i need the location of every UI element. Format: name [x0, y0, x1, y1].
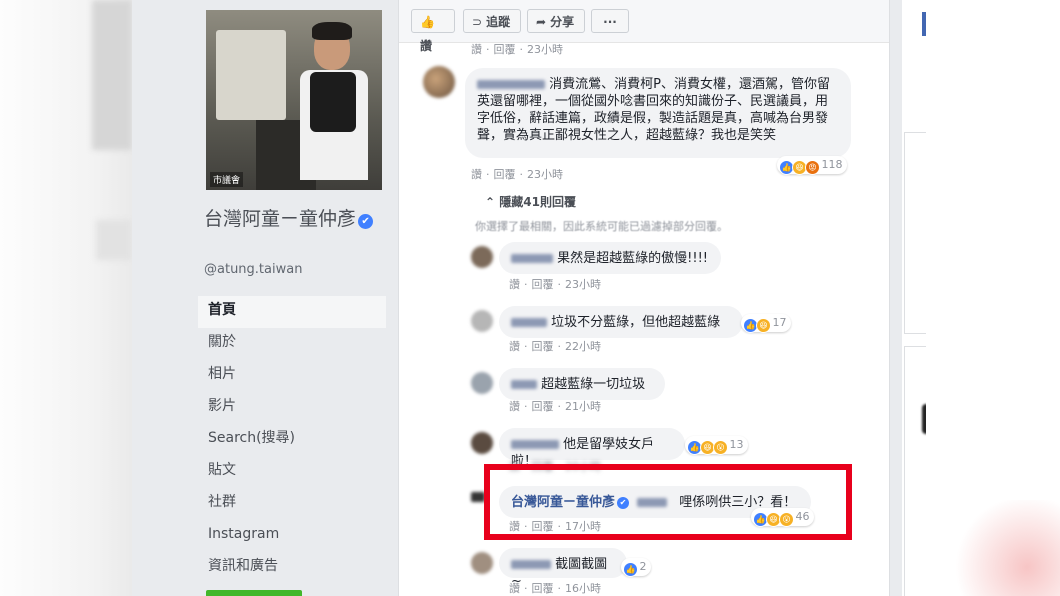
- reply-text: 果然是超越藍綠的傲慢!!!!: [557, 251, 708, 266]
- blurred-commenter-name[interactable]: [511, 318, 547, 327]
- reply-avatar[interactable]: [471, 492, 485, 502]
- share-button[interactable]: ➦ 分享: [527, 9, 585, 33]
- nav-item-photos[interactable]: 相片: [198, 360, 386, 392]
- reply-meta: 讚 · 回覆 · 22小時: [509, 340, 601, 353]
- reply-time: 21小時: [565, 400, 601, 413]
- blurred-commenter-name[interactable]: [511, 560, 551, 569]
- reply-bubble: 截圖截圖~: [499, 548, 627, 589]
- right-column-card: [904, 346, 926, 596]
- nav-item-info-ads[interactable]: 資訊和廣告: [198, 552, 386, 584]
- share-arrow-icon: ➦: [536, 15, 547, 29]
- comment-time: 23小時: [527, 168, 563, 181]
- highlight-box: [484, 464, 852, 540]
- post-action-bar: 👍讚 ⊃ 追蹤 ➦ 分享 ···: [399, 0, 889, 53]
- haha-reaction-icon: 😆: [756, 318, 771, 333]
- reply-time: 22小時: [565, 340, 601, 353]
- reaction-count: 17: [772, 316, 787, 329]
- left-blur-shape: [92, 0, 132, 150]
- reaction-summary[interactable]: 👍 2: [621, 558, 651, 577]
- nav-item-videos[interactable]: 影片: [198, 392, 386, 424]
- reaction-summary[interactable]: 👍 😆 😡 118: [777, 156, 847, 175]
- thumbs-up-icon: 👍: [420, 15, 435, 29]
- page-handle[interactable]: @atung.taiwan: [204, 262, 302, 277]
- reply-bubble: 超越藍綠一切垃圾: [499, 368, 665, 400]
- reply-avatar[interactable]: [471, 372, 493, 394]
- comment-meta: 讚 · 回覆 · 23小時: [471, 43, 563, 56]
- left-blur-shape-2: [96, 220, 132, 260]
- nav-item-search[interactable]: Search(搜尋): [198, 424, 386, 456]
- more-options-button[interactable]: ···: [591, 9, 629, 33]
- like-page-button[interactable]: 👍讚: [411, 9, 455, 53]
- page-sidebar: 市議會 台灣阿童ㄧ童仲彥 ✔ @atung.taiwan 首頁 關於 相片 影片 …: [132, 0, 398, 596]
- blurred-commenter-name[interactable]: [511, 440, 559, 449]
- reaction-count: 13: [729, 438, 744, 451]
- reply-text: 超越藍綠一切垃圾: [541, 377, 646, 392]
- reaction-count: 2: [639, 560, 647, 573]
- show-hidden-replies-link[interactable]: ⌃ 隱藏41則回覆: [485, 193, 576, 210]
- reply-avatar[interactable]: [471, 246, 493, 268]
- rss-icon: ⊃: [472, 15, 483, 29]
- reply-reply-link[interactable]: 回覆: [532, 340, 554, 353]
- reply-bubble: 他是留學妓女戶啦！: [499, 428, 685, 469]
- reply-like-link[interactable]: 讚: [509, 400, 520, 413]
- blurred-commenter-name[interactable]: [511, 380, 537, 389]
- right-background: [926, 0, 1060, 596]
- right-column-card: [904, 132, 926, 334]
- nav-item-community[interactable]: 社群: [198, 488, 386, 520]
- follow-button[interactable]: ⊃ 追蹤: [463, 9, 521, 33]
- nav-item-posts[interactable]: 貼文: [198, 456, 386, 488]
- comment-like-link[interactable]: 讚: [471, 43, 482, 56]
- reply-like-link[interactable]: 讚: [509, 340, 520, 353]
- page-title[interactable]: 台灣阿童ㄧ童仲彥 ✔: [204, 206, 384, 233]
- comment-reply-link[interactable]: 回覆: [494, 168, 516, 181]
- nav-item-home[interactable]: 首頁: [198, 296, 386, 328]
- blurred-commenter-name[interactable]: [477, 80, 545, 89]
- blurred-commenter-name[interactable]: [511, 254, 553, 263]
- reply-meta: 讚 · 回覆 · 16小時: [509, 582, 601, 595]
- comment-like-link[interactable]: 讚: [471, 168, 482, 181]
- reply-time: 23小時: [565, 278, 601, 291]
- verified-badge-icon: ✔: [358, 214, 374, 229]
- photo-caption: 市議會: [210, 172, 244, 187]
- profile-photo[interactable]: 市議會: [206, 10, 382, 190]
- angry-reaction-icon: 😡: [805, 160, 820, 175]
- reply-avatar[interactable]: [471, 432, 493, 454]
- reply-avatar[interactable]: [471, 310, 493, 332]
- reply-like-link[interactable]: 讚: [509, 278, 520, 291]
- reply-meta: 讚 · 回覆 · 21小時: [509, 400, 601, 413]
- page-title-text: 台灣阿童ㄧ童仲彥: [204, 208, 357, 230]
- like-reaction-icon: 👍: [623, 562, 638, 577]
- reply-time: 16小時: [565, 582, 601, 595]
- reply-reply-link[interactable]: 回覆: [532, 278, 554, 291]
- reply-avatar[interactable]: [471, 552, 493, 574]
- page-nav: 首頁 關於 相片 影片 Search(搜尋) 貼文 社群 Instagram 資…: [198, 296, 386, 584]
- reply-bubble: 垃圾不分藍綠，但他超越藍綠: [499, 306, 743, 338]
- reply-meta: 讚 · 回覆 · 23小時: [509, 278, 601, 291]
- reply-reply-link[interactable]: 回覆: [532, 400, 554, 413]
- nav-item-instagram[interactable]: Instagram: [198, 520, 386, 552]
- commenter-avatar[interactable]: [423, 66, 455, 98]
- comment-time: 23小時: [527, 43, 563, 56]
- reaction-summary[interactable]: 👍 😆 😮 13: [685, 436, 748, 455]
- reply-bubble: 果然是超越藍綠的傲慢!!!!: [499, 242, 721, 274]
- right-blur-shape: [950, 500, 1060, 596]
- reaction-summary[interactable]: 👍 😆 17: [741, 314, 791, 333]
- reply-like-link[interactable]: 讚: [509, 582, 520, 595]
- comment-reply-link[interactable]: 回覆: [494, 43, 516, 56]
- nav-item-about[interactable]: 關於: [198, 328, 386, 360]
- comment-meta: 讚 · 回覆 · 23小時: [471, 168, 563, 181]
- facebook-page-screenshot: 市議會 台灣阿童ㄧ童仲彥 ✔ @atung.taiwan 首頁 關於 相片 影片 …: [132, 0, 926, 596]
- reply-reply-link[interactable]: 回覆: [532, 582, 554, 595]
- chevron-up-icon: ⌃: [485, 195, 496, 209]
- filter-notice: 你選擇了最相關，因此系統可能已過濾掉部分回覆。: [475, 220, 728, 233]
- reaction-count: 118: [821, 158, 843, 171]
- wow-reaction-icon: 😮: [713, 440, 728, 455]
- create-page-button[interactable]: [206, 590, 302, 596]
- comment-bubble: 消費流鶯、消費柯P、消費女權，還酒駕，管你留英還留哪裡，一個從國外唸書回來的知識…: [465, 68, 851, 158]
- reply-text: 垃圾不分藍綠，但他超越藍綠: [551, 315, 721, 330]
